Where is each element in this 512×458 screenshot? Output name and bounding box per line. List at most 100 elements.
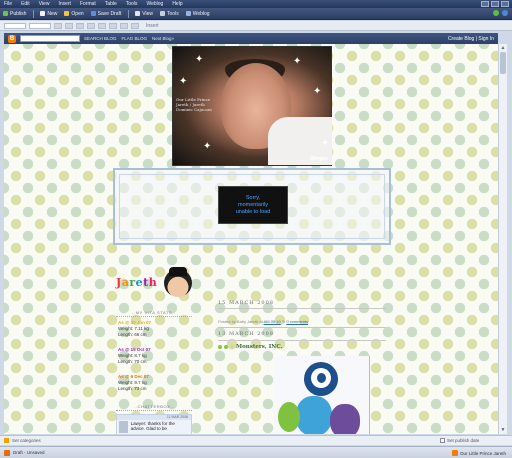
menu-edit[interactable]: Edit (21, 1, 30, 7)
new-button[interactable]: New (40, 11, 57, 17)
avatar (164, 267, 192, 297)
insert-menu[interactable]: Insert (146, 23, 159, 29)
weblog-label: Weblog (192, 10, 210, 17)
chat-message: Lawyer: thanks for the advice. Glad to b… (130, 421, 175, 431)
post-title[interactable]: Monsters, INC. (218, 344, 283, 350)
bullet-icon (224, 345, 228, 349)
menu-table[interactable]: Table (105, 1, 117, 7)
stat-block: As @ 30 Jun 07 Weight: 7.11 kg Length: 6… (118, 320, 151, 338)
video-message-2: momentarily (238, 201, 268, 208)
image-icon[interactable] (131, 22, 139, 29)
save-draft-button[interactable]: Save Draft (90, 10, 122, 17)
set-categories[interactable]: Set categories (12, 438, 41, 443)
folder-icon (64, 11, 70, 16)
view-label: View (142, 10, 154, 17)
scroll-up-icon[interactable]: ▲ (500, 45, 506, 51)
video-player[interactable]: Sorry, momentarily unable to load (218, 186, 288, 224)
header-baby-photo: ✦ ✦ ✦ ✦ ✦ ✦ Our Little Prince Jareth / J… (172, 46, 332, 166)
align-center-icon[interactable] (98, 22, 106, 29)
status-icons (493, 10, 508, 16)
photo-caption: Our Little Prince Jareth / Jareth Domini… (176, 97, 212, 112)
help-icon[interactable] (502, 10, 508, 16)
new-label: New (47, 10, 58, 17)
chat-row: Lawyer: thanks for the advice. Glad to b… (117, 420, 191, 434)
format-toolbar: Insert (0, 21, 512, 31)
publish-button[interactable]: Publish (3, 11, 26, 17)
vital-stats-title: ..MY VITA STATS.. (116, 310, 192, 317)
menu-format[interactable]: Format (80, 1, 96, 7)
save-icon (90, 11, 96, 16)
scrollbar-thumb[interactable] (500, 52, 506, 74)
blogger-logo-icon[interactable]: B (8, 34, 16, 43)
menu-view[interactable]: View (39, 1, 50, 7)
sparkle-icon: ✦ (313, 86, 322, 97)
post-date: 13 MARCH 2008 (218, 331, 274, 337)
menu-insert[interactable]: Insert (58, 1, 71, 7)
blogger-navbar: B SEARCH BLOG FLAG BLOG Next Blog» Creat… (4, 33, 498, 44)
create-signin-links[interactable]: Create Blog | Sign In (448, 36, 494, 42)
underline-icon[interactable] (76, 22, 84, 29)
open-button[interactable]: Open (64, 11, 84, 17)
comments-link[interactable]: 0 comments (286, 319, 308, 324)
new-doc-icon (40, 11, 46, 16)
weblog-icon (185, 11, 191, 16)
publish-icon (3, 11, 8, 16)
stat-length: Length: 70 cm (118, 359, 147, 364)
post-properties-bar: Set categories Set publish date (0, 435, 512, 445)
sparkle-icon: ✦ (195, 54, 204, 65)
sparkle-icon: ✦ (321, 138, 330, 149)
stat-block: As @ 15 Oct 07 Weight: 8.7 kg Length: 70… (118, 347, 151, 365)
sparkle-icon: ✦ (293, 56, 302, 67)
monster-figure (330, 404, 360, 434)
view-button[interactable]: View (135, 11, 153, 17)
minimize-icon[interactable] (481, 1, 489, 7)
post-date: 15 MARCH 2008 (218, 300, 274, 306)
close-icon[interactable] (501, 1, 509, 7)
publish-date-checkbox[interactable] (440, 438, 445, 443)
bullet-list-icon[interactable] (109, 22, 117, 29)
tools-button[interactable]: Tools (160, 11, 179, 17)
style-dropdown[interactable] (4, 22, 26, 29)
save-draft-label: Save Draft (97, 10, 122, 17)
publish-date-toggle[interactable]: Set publish date (440, 438, 479, 443)
main-toolbar: Publish New Open Save Draft View Tools W… (0, 8, 512, 20)
menu-weblog[interactable]: Weblog (146, 1, 163, 7)
bullet-icon (230, 345, 234, 349)
draft-status: Draft - Unsaved (13, 450, 45, 455)
menu-file[interactable]: File (4, 1, 12, 7)
flag-blog-link[interactable]: FLAG BLOG (122, 36, 148, 41)
search-blog-link[interactable]: SEARCH BLOG (84, 36, 117, 41)
maximize-icon[interactable] (491, 1, 499, 7)
vertical-scrollbar[interactable]: ▲ ▼ (498, 44, 507, 434)
video-message-3: unable to load (235, 208, 271, 215)
hat-icon (169, 267, 187, 276)
gear-icon (160, 11, 166, 16)
menu-help[interactable]: Help (172, 1, 182, 7)
menu-tools[interactable]: Tools (126, 1, 138, 7)
green-check-icon (493, 10, 499, 16)
tools-label: Tools (167, 10, 179, 17)
next-blog-link[interactable]: Next Blog» (152, 36, 174, 41)
blog-name: Our Little Prince Jareth (460, 450, 507, 456)
italic-icon[interactable] (65, 22, 73, 29)
align-left-icon[interactable] (87, 22, 95, 29)
blog-selector[interactable]: Our Little Prince Jareth (452, 450, 506, 456)
monsters-eye-logo (304, 362, 338, 396)
blingee-watermark: Blingee (309, 156, 328, 162)
post-time-link[interactable]: AM 05:10 (264, 319, 281, 324)
chatterbox-title: ..CHATTERBOX.. (116, 404, 192, 411)
stat-length: Length: 73 cm (118, 386, 147, 391)
font-dropdown[interactable] (29, 22, 51, 29)
link-icon[interactable] (120, 22, 128, 29)
blogger-icon (452, 450, 458, 456)
scroll-down-icon[interactable]: ▼ (500, 427, 506, 433)
post-divider (218, 327, 386, 328)
status-bar: Draft - Unsaved Our Little Prince Jareth (0, 446, 512, 458)
bold-icon[interactable] (54, 22, 62, 29)
stat-length: Length: 66 cm (118, 332, 147, 337)
mike-figure (278, 402, 300, 432)
draft-icon (4, 449, 10, 456)
category-icon (4, 438, 9, 443)
blog-search-input[interactable] (20, 35, 80, 42)
weblog-button[interactable]: Weblog (185, 10, 210, 17)
